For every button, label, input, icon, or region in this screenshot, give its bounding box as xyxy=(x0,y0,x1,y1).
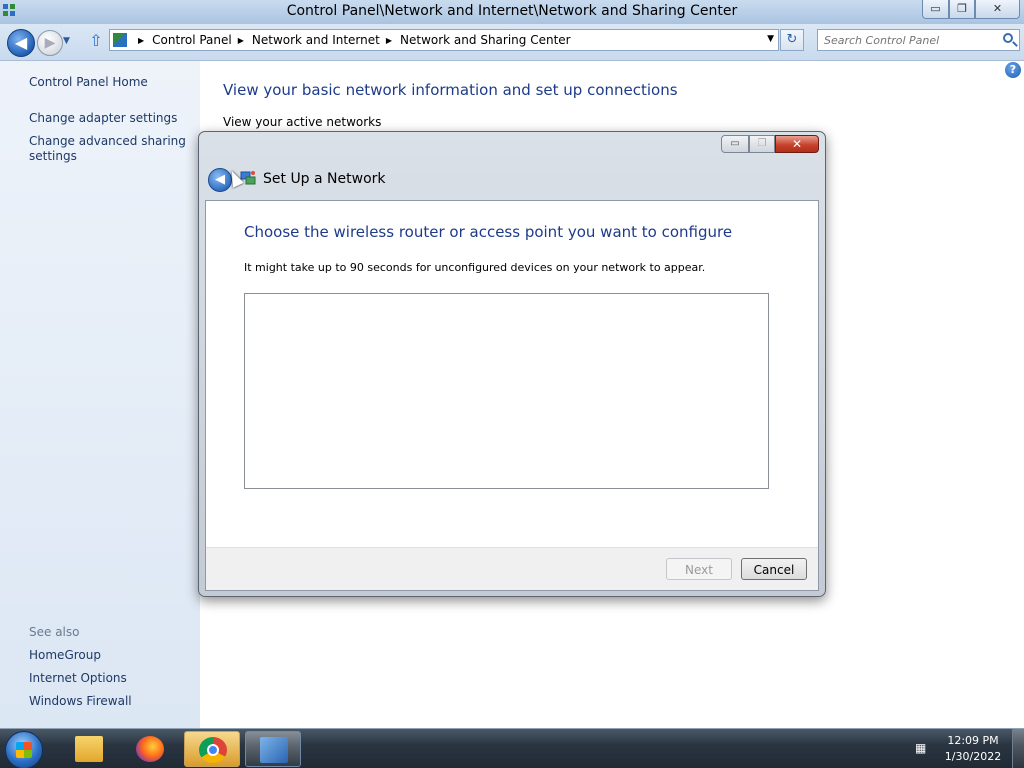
active-networks-heading: View your active networks xyxy=(223,115,382,129)
breadcrumb-network-sharing-center[interactable]: Network and Sharing Center xyxy=(400,33,571,47)
history-dropdown-icon[interactable]: ▼ xyxy=(63,34,75,48)
dialog-content: Choose the wireless router or access poi… xyxy=(205,200,819,591)
sidebar-link-change-advanced-sharing[interactable]: Change advanced sharing settings xyxy=(29,134,189,164)
see-also-internet-options[interactable]: Internet Options xyxy=(29,671,127,685)
taskbar-chrome[interactable] xyxy=(184,731,240,767)
folder-icon xyxy=(75,736,103,762)
window-title: Control Panel\Network and Internet\Netwo… xyxy=(286,3,738,19)
dialog-title: Set Up a Network xyxy=(263,171,386,187)
device-list[interactable] xyxy=(244,293,769,489)
firefox-icon xyxy=(136,736,164,762)
taskbar-explorer[interactable] xyxy=(61,731,117,767)
dialog-close-button[interactable]: ✕ xyxy=(775,135,819,153)
minimize-button[interactable]: ▭ xyxy=(922,0,949,19)
clock-date: 1/30/2022 xyxy=(944,750,1002,763)
back-arrow-icon[interactable]: ◀ xyxy=(7,29,35,57)
maximize-button[interactable]: ❐ xyxy=(949,0,975,19)
sidebar: Control Panel Home Change adapter settin… xyxy=(0,61,200,728)
close-button[interactable]: ✕ xyxy=(975,0,1020,19)
cancel-button[interactable]: Cancel xyxy=(741,558,807,580)
address-bar[interactable]: ▶ Control Panel ▶ Network and Internet ▶… xyxy=(109,29,779,51)
chrome-icon xyxy=(199,737,227,763)
network-setup-icon xyxy=(240,171,256,185)
dialog-description: It might take up to 90 seconds for uncon… xyxy=(244,261,706,274)
system-clock[interactable]: 12:09 PM 1/30/2022 xyxy=(940,733,1006,765)
control-panel-icon xyxy=(113,33,127,47)
taskbar-control-panel[interactable] xyxy=(245,731,301,767)
title-bar[interactable]: Control Panel\Network and Internet\Netwo… xyxy=(0,0,1024,24)
dialog-maximize-button: ❐ xyxy=(749,135,775,153)
dialog-footer: Next Cancel xyxy=(206,547,818,590)
see-also-windows-firewall[interactable]: Windows Firewall xyxy=(29,694,132,708)
refresh-icon[interactable]: ↻ xyxy=(780,29,804,51)
breadcrumb-separator-icon[interactable]: ▶ xyxy=(386,36,392,45)
next-button[interactable]: Next xyxy=(666,558,732,580)
forward-arrow-icon[interactable]: ▶ xyxy=(37,30,63,56)
search-icon[interactable] xyxy=(1003,33,1013,43)
search-input[interactable] xyxy=(818,30,1005,50)
breadcrumb: ▶ Control Panel ▶ Network and Internet ▶… xyxy=(132,30,571,50)
taskbar: ▦ 12:09 PM 1/30/2022 xyxy=(0,728,1024,768)
breadcrumb-separator-icon[interactable]: ▶ xyxy=(138,36,144,45)
dialog-minimize-button[interactable]: ▭ xyxy=(721,135,749,153)
chevron-down-icon[interactable]: ▼ xyxy=(767,34,774,44)
see-also-label: See also xyxy=(29,625,80,639)
navigation-bar: ◀ ▶ ▼ ⇧ ▶ Control Panel ▶ Network and In… xyxy=(0,24,1024,61)
sidebar-link-change-adapter-settings[interactable]: Change adapter settings xyxy=(29,111,177,125)
breadcrumb-separator-icon[interactable]: ▶ xyxy=(238,36,244,45)
clock-time: 12:09 PM xyxy=(947,734,999,747)
setup-network-dialog: ▭ ❐ ✕ ◀ Set Up a Network Choose the wire… xyxy=(198,131,826,597)
search-box[interactable] xyxy=(817,29,1020,51)
up-arrow-icon[interactable]: ⇧ xyxy=(87,32,105,50)
show-desktop-button[interactable] xyxy=(1012,729,1024,768)
sidebar-link-control-panel-home[interactable]: Control Panel Home xyxy=(29,75,148,89)
dialog-heading: Choose the wireless router or access poi… xyxy=(244,223,733,241)
start-button[interactable] xyxy=(5,731,43,768)
help-icon[interactable]: ? xyxy=(1005,62,1021,78)
control-panel-icon xyxy=(260,737,288,763)
breadcrumb-network-and-internet[interactable]: Network and Internet xyxy=(252,33,380,47)
network-tray-icon[interactable]: ▦ xyxy=(915,741,931,757)
taskbar-firefox[interactable] xyxy=(122,731,178,767)
see-also-homegroup[interactable]: HomeGroup xyxy=(29,648,101,662)
breadcrumb-control-panel[interactable]: Control Panel xyxy=(152,33,232,47)
page-heading: View your basic network information and … xyxy=(223,81,678,99)
